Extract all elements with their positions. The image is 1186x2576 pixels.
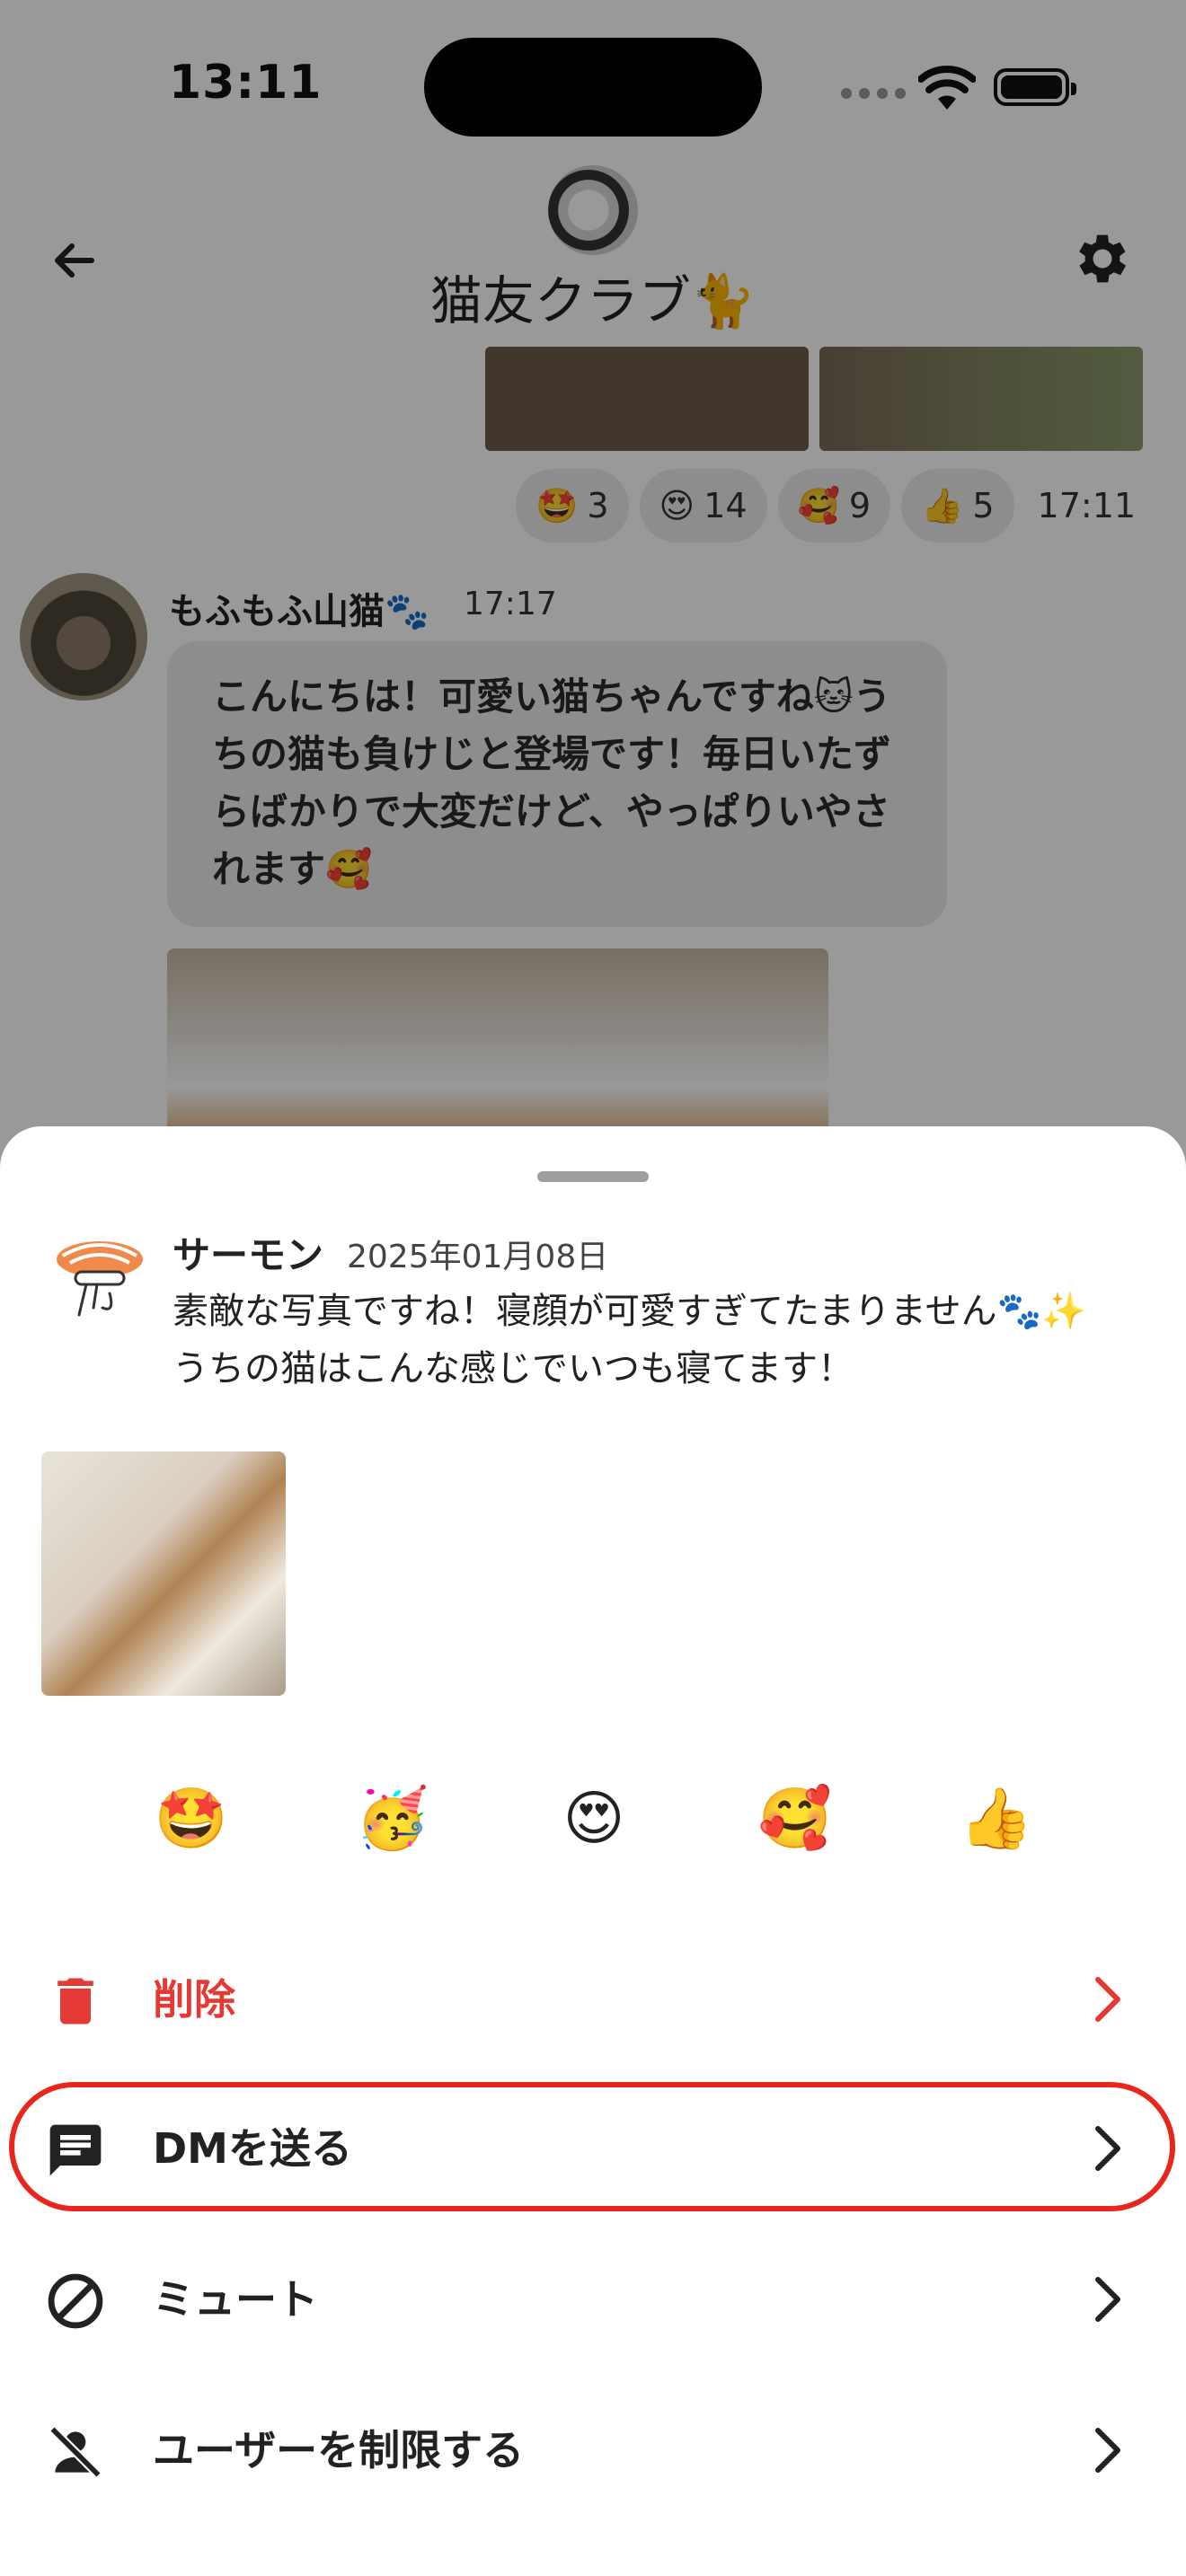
drag-handle[interactable] (537, 1171, 649, 1182)
mute-button[interactable]: ミュート (0, 2231, 1186, 2366)
sheet-author: サーモン (173, 1233, 324, 1277)
chevron-right-icon (1095, 2277, 1120, 2322)
sheet-date: 2025年01月08日 (347, 1239, 609, 1275)
reaction-hearts-button[interactable]: 🥰 (746, 1769, 845, 1868)
delete-button[interactable]: 削除 (0, 1931, 1186, 2066)
quick-reaction-row: 🤩 🥳 😍 🥰 👍 (0, 1769, 1186, 1868)
reaction-star-eyes-button[interactable]: 🤩 (142, 1769, 241, 1868)
action-sheet: サーモン 2025年01月08日 素敵な写真ですね！寝顔が可愛すぎてたまりません… (0, 1126, 1186, 2576)
sheet-message-text: 素敵な写真ですね！寝顔が可愛すぎてたまりません🐾✨ うちの猫はこんな感じでいつも… (173, 1291, 1087, 1389)
chevron-right-icon (1095, 2428, 1120, 2473)
reaction-party-button[interactable]: 🥳 (343, 1769, 442, 1868)
chevron-right-icon (1095, 1977, 1120, 2022)
block-icon (48, 2273, 103, 2329)
reaction-heart-eyes-button[interactable]: 😍 (544, 1769, 643, 1868)
highlight-outline (9, 2082, 1175, 2211)
delete-label: 削除 (153, 1975, 235, 2024)
restrict-user-button[interactable]: ユーザーを制限する (0, 2382, 1186, 2517)
salmon-avatar-icon (57, 1241, 143, 1317)
mute-label: ミュート (153, 2275, 318, 2324)
reaction-thumbs-up-button[interactable]: 👍 (947, 1769, 1046, 1868)
trash-icon (58, 1978, 93, 2025)
restrict-user-label: ユーザーを制限する (153, 2426, 525, 2475)
sheet-photo[interactable] (41, 1451, 286, 1696)
person-off-icon (49, 2425, 102, 2479)
